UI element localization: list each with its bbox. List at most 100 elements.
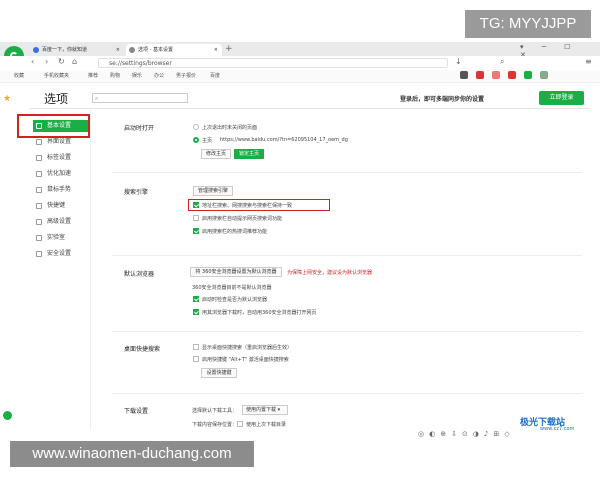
checkbox-last-dir[interactable]	[237, 421, 243, 427]
settings-favicon-icon	[129, 47, 135, 53]
sidebar-item-label: 实验室	[47, 234, 66, 241]
new-tab-button[interactable]: +	[225, 44, 233, 54]
tab-settings[interactable]: 选项 - 基本设置 ×	[126, 44, 222, 56]
bookmark-item[interactable]: 推荐	[88, 72, 98, 79]
tab-label: 百度一下，你就知道	[42, 47, 88, 53]
screenshot-icon[interactable]	[460, 71, 468, 79]
bookmark-item[interactable]: 男子报价	[176, 72, 196, 79]
baidu-favicon-icon	[33, 47, 39, 53]
option-label: 显示桌面快捷搜索（重启浏览器后生效）	[202, 345, 293, 351]
checkbox-open-with-360[interactable]	[193, 309, 199, 315]
section-divider	[112, 331, 582, 332]
reload-icon[interactable]: ↻	[58, 57, 65, 66]
option-label: 启用搜索栏的热搜词推荐功能	[202, 229, 268, 235]
search-engine-icon[interactable]: ⌕	[500, 57, 504, 67]
bookmark-item[interactable]: 办公	[154, 72, 164, 79]
homepage-url: https://www.baidu.com/?tn=62095104_17_oe…	[220, 137, 348, 143]
highlight-box	[188, 199, 330, 211]
section-divider	[112, 172, 582, 173]
address-bar[interactable]: se://settings/browser	[98, 58, 448, 68]
download-tool-label: 选择默认下载工具：	[192, 408, 238, 414]
section-title-desktop-search: 桌面快捷搜索	[124, 346, 161, 353]
section-divider	[112, 393, 582, 394]
game-icon[interactable]	[492, 71, 500, 79]
bookmark-item[interactable]: 收藏	[14, 72, 24, 79]
lab-icon	[36, 235, 42, 241]
menu-icon[interactable]: ≡	[585, 57, 592, 66]
radio-last-session[interactable]	[193, 124, 199, 130]
option-label: 上次退出时未关闭的页面	[202, 125, 258, 131]
set-shortcut-button[interactable]: 设置快捷键	[201, 368, 237, 378]
default-browser-warning: 为保障上网安全，建议设为默认浏览器	[287, 270, 373, 276]
status-bar-icons[interactable]: ◎◐⊕⇩⊙◑♪⊞◇	[418, 430, 515, 438]
checkbox-alt-t[interactable]	[193, 356, 199, 362]
leaf-icon[interactable]	[540, 71, 548, 79]
favorites-star-icon[interactable]: ★	[3, 94, 11, 104]
modify-homepage-button[interactable]: 修改主页	[201, 149, 231, 159]
sidebar-item-optimize[interactable]: 优化加速	[33, 168, 88, 180]
assistant-icon[interactable]	[3, 411, 12, 420]
tab-close-icon[interactable]: ×	[214, 44, 218, 56]
forward-icon[interactable]: ›	[45, 57, 48, 66]
sidebar-item-label: 优化加速	[47, 170, 72, 177]
default-browser-note: 360安全浏览器目前不是默认浏览器	[192, 285, 272, 291]
sidebar-item-label: 标签设置	[47, 154, 72, 161]
mouse-icon	[36, 187, 42, 193]
bookmark-item[interactable]: 购物	[110, 72, 120, 79]
login-button[interactable]: 立即登录	[539, 91, 584, 105]
login-hint: 登录后，即可多端同步你的设置	[400, 96, 485, 103]
shield-icon	[36, 251, 42, 257]
section-title-download: 下载设置	[124, 408, 149, 415]
tab-icon	[36, 155, 42, 161]
bookmark-item[interactable]: 百度	[210, 72, 220, 79]
sidebar-item-tabs[interactable]: 标签设置	[33, 152, 88, 164]
mail-icon[interactable]	[476, 71, 484, 79]
option-label: 使用上次下载目录	[246, 422, 287, 428]
keyboard-icon	[36, 203, 42, 209]
tab-close-icon[interactable]: ×	[116, 44, 120, 56]
checkbox-search-suggest[interactable]	[193, 215, 199, 221]
checkbox-check-default[interactable]	[193, 296, 199, 302]
sidebar-item-mouse[interactable]: 鼠标手势	[33, 184, 88, 196]
tab-baidu[interactable]: 百度一下，你就知道 ×	[30, 44, 124, 56]
header-divider	[30, 108, 590, 109]
sidebar-item-label: 界面设置	[47, 138, 72, 145]
page-title: 选项	[44, 92, 69, 106]
sidebar-item-label: 快捷键	[47, 202, 66, 209]
option-label: 启用搜索栏自动提示网页搜索词功能	[202, 216, 283, 222]
advanced-icon	[36, 219, 42, 225]
download-tool-select[interactable]: 使用内置下载 ▾	[242, 405, 288, 415]
settings-search-input[interactable]: ⌕	[92, 93, 188, 103]
home-icon[interactable]: ⌂	[72, 57, 77, 66]
highlight-box	[17, 114, 90, 138]
translate-icon[interactable]	[508, 71, 516, 79]
sidebar-item-advanced[interactable]: 高级设置	[33, 216, 88, 228]
checkbox-hot-search[interactable]	[193, 228, 199, 234]
section-title-search: 搜索引擎	[124, 189, 149, 196]
set-default-browser-button[interactable]: 将 360安全浏览器设置为默认浏览器	[190, 267, 282, 277]
lock-homepage-button[interactable]: 锁定主页	[234, 149, 264, 159]
option-label: 启动时检查是否为默认浏览器	[202, 297, 268, 303]
bookmark-item[interactable]: 手机收藏夹	[44, 72, 69, 79]
download-icon[interactable]: ↓	[455, 57, 462, 66]
sidebar-item-label: 鼠标手势	[47, 186, 72, 193]
sidebar-item-shortcuts[interactable]: 快捷键	[33, 200, 88, 212]
bookmark-item[interactable]: 娱乐	[132, 72, 142, 79]
select-value: 使用内置下载	[246, 407, 277, 413]
section-title-default-browser: 默认浏览器	[124, 271, 155, 278]
download-path-label: 下载内容保存位置：	[192, 422, 238, 428]
sidebar-item-security[interactable]: 安全设置	[33, 248, 88, 260]
option-label: 启用快捷键 "Alt+T" 激活桌面快捷搜索	[202, 357, 289, 363]
extension-icon[interactable]	[524, 71, 532, 79]
watermark-bottom: www.winaomen-duchang.com	[10, 441, 254, 467]
back-icon[interactable]: ‹	[31, 57, 34, 66]
checkbox-desktop-search[interactable]	[193, 344, 199, 350]
radio-homepage[interactable]	[193, 137, 199, 143]
option-label: 用其浏览器下载时，自动用360安全浏览器打开网页	[202, 310, 317, 316]
section-divider	[112, 255, 582, 256]
manage-search-engines-button[interactable]: 管理搜索引擎	[193, 186, 233, 196]
speed-icon	[36, 171, 42, 177]
option-label: 主页	[202, 138, 213, 144]
sidebar-item-lab[interactable]: 实验室	[33, 232, 88, 244]
interface-icon	[36, 139, 42, 145]
